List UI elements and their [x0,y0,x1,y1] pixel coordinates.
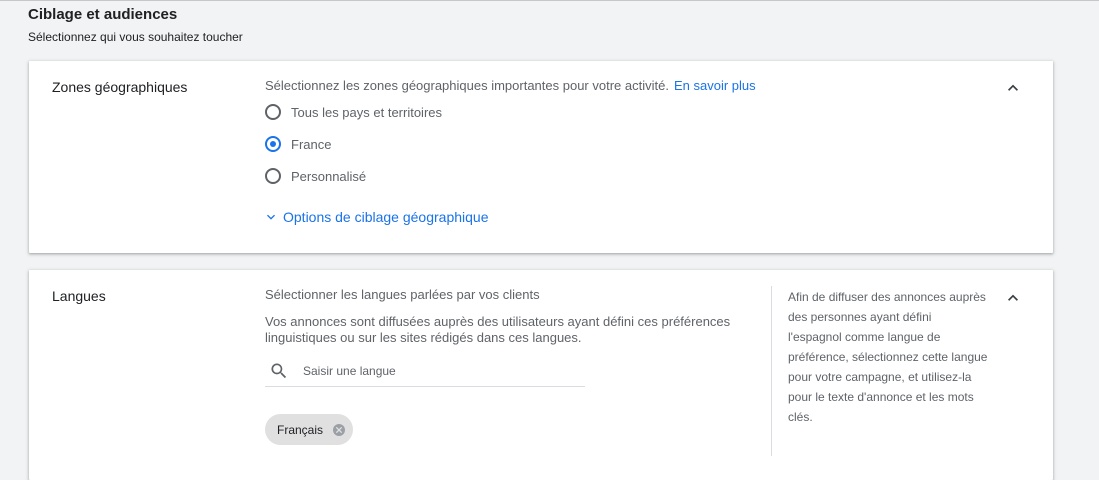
section-title: Ciblage et audiences [28,6,178,23]
section-header: Ciblage et audiences Sélectionnez qui vo… [28,6,243,44]
geo-targeting-options-label: Options de ciblage géographique [283,209,489,225]
radio-option-custom[interactable]: Personnalisé [265,168,366,184]
radio-label: France [291,136,332,152]
languages-card: Langues Sélectionner les langues parlées… [29,270,1053,480]
radio-checked[interactable] [265,136,281,152]
geo-targeting-options-link[interactable]: Options de ciblage géographique [263,209,489,225]
geo-card: Zones géographiques Sélectionnez les zon… [29,61,1053,253]
radio-label: Personnalisé [291,168,367,184]
help-divider [771,286,772,456]
radio-option-all-countries[interactable]: Tous les pays et territoires [265,104,442,120]
geo-card-title: Zones géographiques [52,79,188,95]
chevron-up-icon [1008,294,1018,301]
chip-label: Français [277,422,324,437]
radio-label: Tous les pays et territoires [291,104,443,120]
radio-unchecked[interactable] [265,104,281,120]
radio-unchecked[interactable] [265,168,281,184]
languages-help-text: Afin de diffuser des annonces auprès des… [788,290,988,424]
languages-detail: Vos annonces sont diffusées auprès des u… [265,314,731,345]
languages-card-title: Langues [52,288,106,304]
languages-description: Sélectionner les langues parlées par vos… [265,287,540,302]
radio-option-france[interactable]: France [265,136,331,152]
chevron-down-icon [267,214,275,220]
language-chip-francais[interactable]: Français [265,414,354,445]
geo-description: Sélectionnez les zones géographiques imp… [265,78,756,93]
top-divider [0,0,1099,1]
geo-description-text: Sélectionnez les zones géographiques imp… [265,78,669,93]
geo-collapse-button[interactable] [1001,76,1025,100]
chevron-up-icon [1008,84,1018,91]
language-search[interactable] [265,356,585,387]
search-icon [271,363,287,379]
remove-chip-icon[interactable] [331,422,347,438]
learn-more-link[interactable]: En savoir plus [674,78,756,93]
section-subtitle: Sélectionnez qui vous souhaitez toucher [28,30,243,44]
language-search-input[interactable] [301,363,565,379]
languages-collapse-button[interactable] [1001,286,1025,310]
